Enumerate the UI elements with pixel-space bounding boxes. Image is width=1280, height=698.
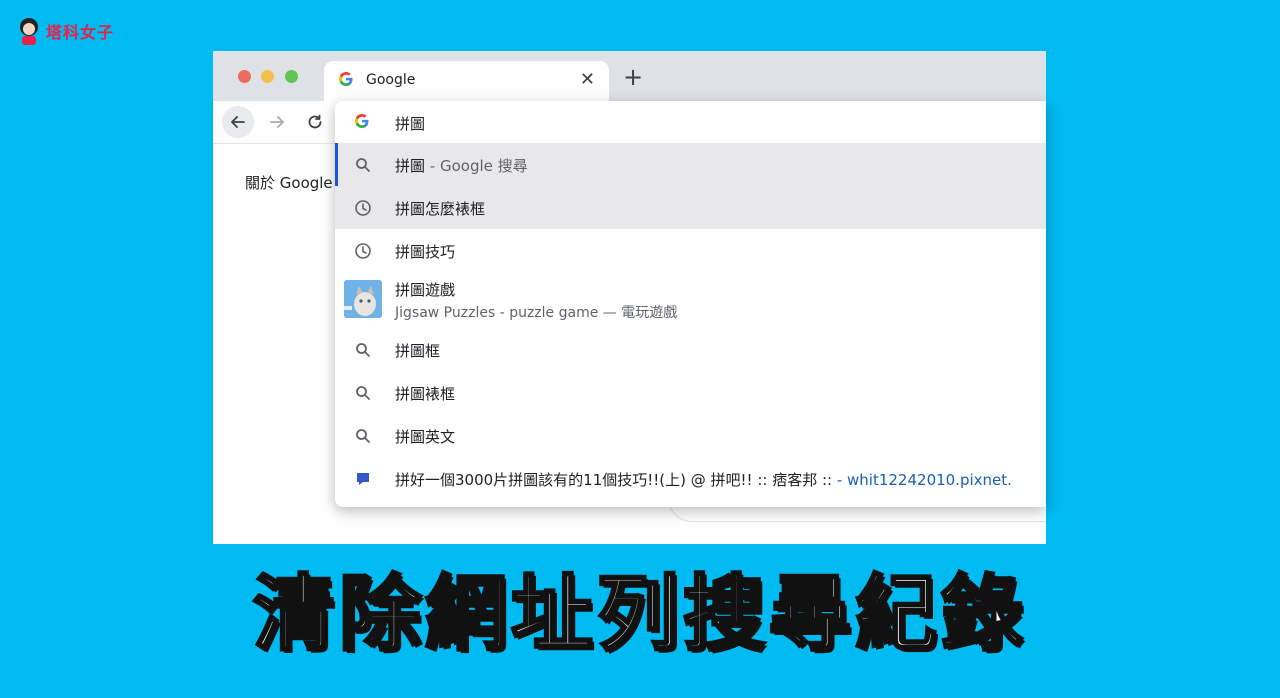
omnibox-query: 拼圖 [395,115,426,133]
arrow-left-icon [231,116,245,128]
tab-strip: Google ✕ + [213,51,1046,101]
search-icon [353,383,373,403]
suggestion-text: 拼圖遊戲 [395,281,456,299]
suggestion-item[interactable]: 拼圖英文 [335,414,1046,457]
brand-name: 塔科女子 [46,23,115,42]
suggestion-text: 拼好一個3000片拼圖該有的11個技巧!!(上) @ 拼吧!! :: 痞客邦 :… [395,471,837,489]
bookmark-icon [353,469,373,489]
suggestion-item[interactable]: 拼圖遊戲 Jigsaw Puzzles - puzzle game — 電玩遊戲 [335,272,1046,328]
close-window-button[interactable] [238,70,251,83]
zoom-window-button[interactable] [285,70,298,83]
suggestion-subtitle: Jigsaw Puzzles - puzzle game — 電玩遊戲 [395,305,678,321]
tab-title: Google [366,72,416,88]
omnibox-dropdown: 拼圖 拼圖 - Google 搜尋 拼圖怎麼裱框 拼圖技巧 拼圖遊戲 Jigsa… [335,101,1046,507]
suggestion-text: 拼圖 [395,157,426,175]
suggestion-text: 拼圖怎麼裱框 [395,200,486,218]
google-favicon-icon [338,71,354,91]
minimize-window-button[interactable] [261,70,274,83]
suggestion-url: - whit12242010.pixnet. [836,471,1012,489]
forward-button[interactable] [261,106,293,138]
back-button[interactable] [222,106,254,138]
omnibox-input[interactable]: 拼圖 [335,101,1046,143]
search-icon [353,155,373,175]
app-thumbnail [344,280,382,318]
suggestion-item[interactable]: 拼圖框 [335,328,1046,371]
suggestion-text-wrap: 拼好一個3000片拼圖該有的11個技巧!!(上) @ 拼吧!! :: 痞客邦 :… [395,469,1012,490]
caption-title: 清除網址列搜尋紀錄 [251,565,1027,663]
brand-logo: 塔科女子 [16,16,114,46]
google-search-icon [354,113,370,133]
suggestion-text: 拼圖裱框 [395,385,456,403]
suggestion-text-wrap: 拼圖 - Google 搜尋 [395,155,528,176]
reload-button[interactable] [299,106,331,138]
brand-avatar-icon [20,18,38,45]
tab-close-icon[interactable]: ✕ [580,69,595,90]
suggestion-item[interactable]: 拼圖怎麼裱框 [335,186,1046,229]
arrow-right-icon [270,116,284,128]
suggestion-text: 拼圖英文 [395,428,456,446]
about-google-link[interactable]: 關於 Google [245,172,333,193]
suggestion-item[interactable]: 拼圖裱框 [335,371,1046,414]
suggestion-text: 拼圖技巧 [395,243,456,261]
new-tab-button[interactable]: + [623,65,643,89]
reload-icon [308,114,322,129]
history-icon [353,241,373,261]
search-icon [353,426,373,446]
suggestion-item[interactable]: 拼圖技巧 [335,229,1046,272]
suggestion-item[interactable]: 拼好一個3000片拼圖該有的11個技巧!!(上) @ 拼吧!! :: 痞客邦 :… [335,457,1046,500]
history-icon [353,198,373,218]
search-icon [353,340,373,360]
suggestion-item[interactable]: 拼圖 - Google 搜尋 [335,143,1046,186]
suggestion-suffix: - Google 搜尋 [425,157,528,175]
suggestion-text: 拼圖框 [395,342,441,360]
tab-google[interactable]: Google ✕ [324,61,609,101]
